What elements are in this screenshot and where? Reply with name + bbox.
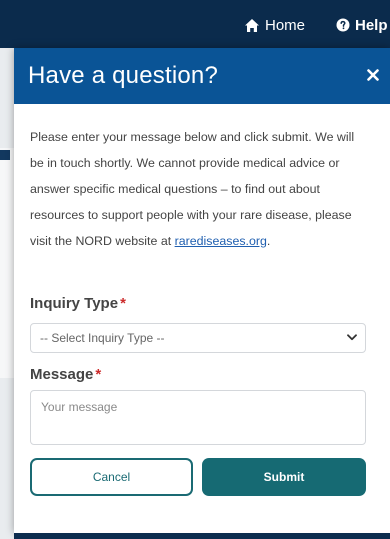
inquiry-type-selected-value: -- Select Inquiry Type -- <box>40 331 165 345</box>
close-button[interactable] <box>362 64 384 86</box>
submit-button[interactable]: Submit <box>202 458 366 496</box>
question-circle-icon <box>336 18 350 32</box>
message-placeholder: Your message <box>41 400 118 414</box>
inquiry-type-select[interactable]: -- Select Inquiry Type -- <box>30 323 366 353</box>
modal-title: Have a question? <box>28 62 218 89</box>
nav-home-link[interactable]: Home <box>244 15 305 35</box>
background-bar-left <box>0 150 10 160</box>
rarediseases-link[interactable]: rarediseases.org <box>175 234 267 248</box>
cancel-button[interactable]: Cancel <box>30 458 193 496</box>
background-bottom-edge <box>14 533 390 539</box>
intro-paragraph: Please enter your message below and clic… <box>30 130 355 248</box>
chevron-down-icon <box>347 334 357 341</box>
inquiry-type-label: Inquiry Type * <box>30 295 126 312</box>
submit-button-label: Submit <box>263 470 305 484</box>
close-icon <box>367 69 379 81</box>
intro-end: . <box>266 234 271 248</box>
modal-header: Have a question? <box>14 48 390 104</box>
background-panel-left <box>0 148 14 378</box>
nav-help-label: Help <box>355 16 388 34</box>
required-marker: * <box>95 366 102 383</box>
question-modal: Have a question? Please enter your messa… <box>14 48 390 533</box>
nav-help-link[interactable]: Help <box>336 15 388 35</box>
top-navigation: Home Help <box>0 0 390 48</box>
home-icon <box>245 18 259 32</box>
inquiry-type-label-text: Inquiry Type <box>30 295 119 312</box>
message-label: Message * <box>30 366 101 383</box>
message-textarea[interactable]: Your message <box>30 390 366 445</box>
intro-text: Please enter your message below and clic… <box>30 124 370 254</box>
nav-home-label: Home <box>265 16 306 34</box>
cancel-button-label: Cancel <box>92 470 131 484</box>
message-label-text: Message <box>30 366 94 383</box>
required-marker: * <box>120 295 126 312</box>
modal-body: Please enter your message below and clic… <box>30 124 370 254</box>
